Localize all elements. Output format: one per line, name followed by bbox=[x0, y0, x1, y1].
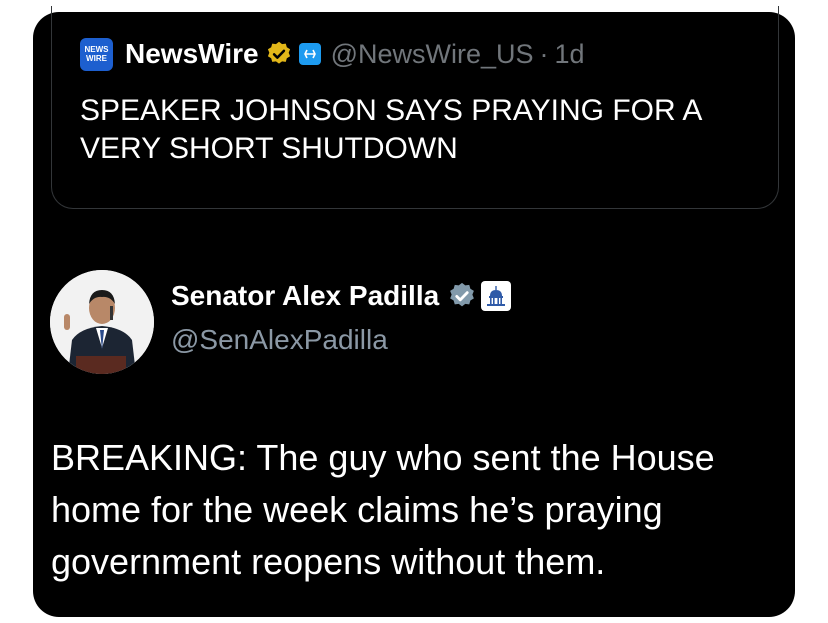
quoted-display-name[interactable]: NewsWire bbox=[125, 38, 259, 70]
avatar-logo-line2: WIRE bbox=[86, 54, 107, 63]
gray-verified-badge-icon bbox=[450, 282, 475, 307]
quoted-post[interactable]: NEWS WIRE NewsWire @NewsWire_US · 1d SPE… bbox=[51, 6, 779, 209]
avatar-logo-line1: NEWS bbox=[84, 45, 109, 54]
author-avatar[interactable] bbox=[50, 270, 154, 374]
author-handle[interactable]: @SenAlexPadilla bbox=[171, 324, 388, 356]
quoted-timestamp[interactable]: 1d bbox=[555, 39, 585, 70]
author-name-row: Senator Alex Padilla bbox=[171, 280, 512, 312]
quoted-handle[interactable]: @NewsWire_US bbox=[331, 39, 534, 70]
affiliate-badge-icon bbox=[298, 43, 321, 65]
newswire-avatar[interactable]: NEWS WIRE bbox=[80, 37, 113, 71]
quoted-post-header: NEWS WIRE NewsWire @NewsWire_US · 1d bbox=[80, 36, 585, 72]
gold-verified-badge-icon bbox=[267, 41, 290, 64]
capitol-building-icon bbox=[481, 281, 512, 311]
author-display-name[interactable]: Senator Alex Padilla bbox=[171, 280, 439, 312]
senator-photo bbox=[50, 270, 154, 374]
post-text: BREAKING: The guy who sent the House hom… bbox=[51, 437, 715, 582]
separator-dot: · bbox=[539, 38, 549, 69]
post-card[interactable]: NEWS WIRE NewsWire @NewsWire_US · 1d SPE… bbox=[33, 6, 795, 617]
quoted-post-text: SPEAKER JOHNSON SAYS PRAYING FOR A VERY … bbox=[80, 94, 701, 165]
